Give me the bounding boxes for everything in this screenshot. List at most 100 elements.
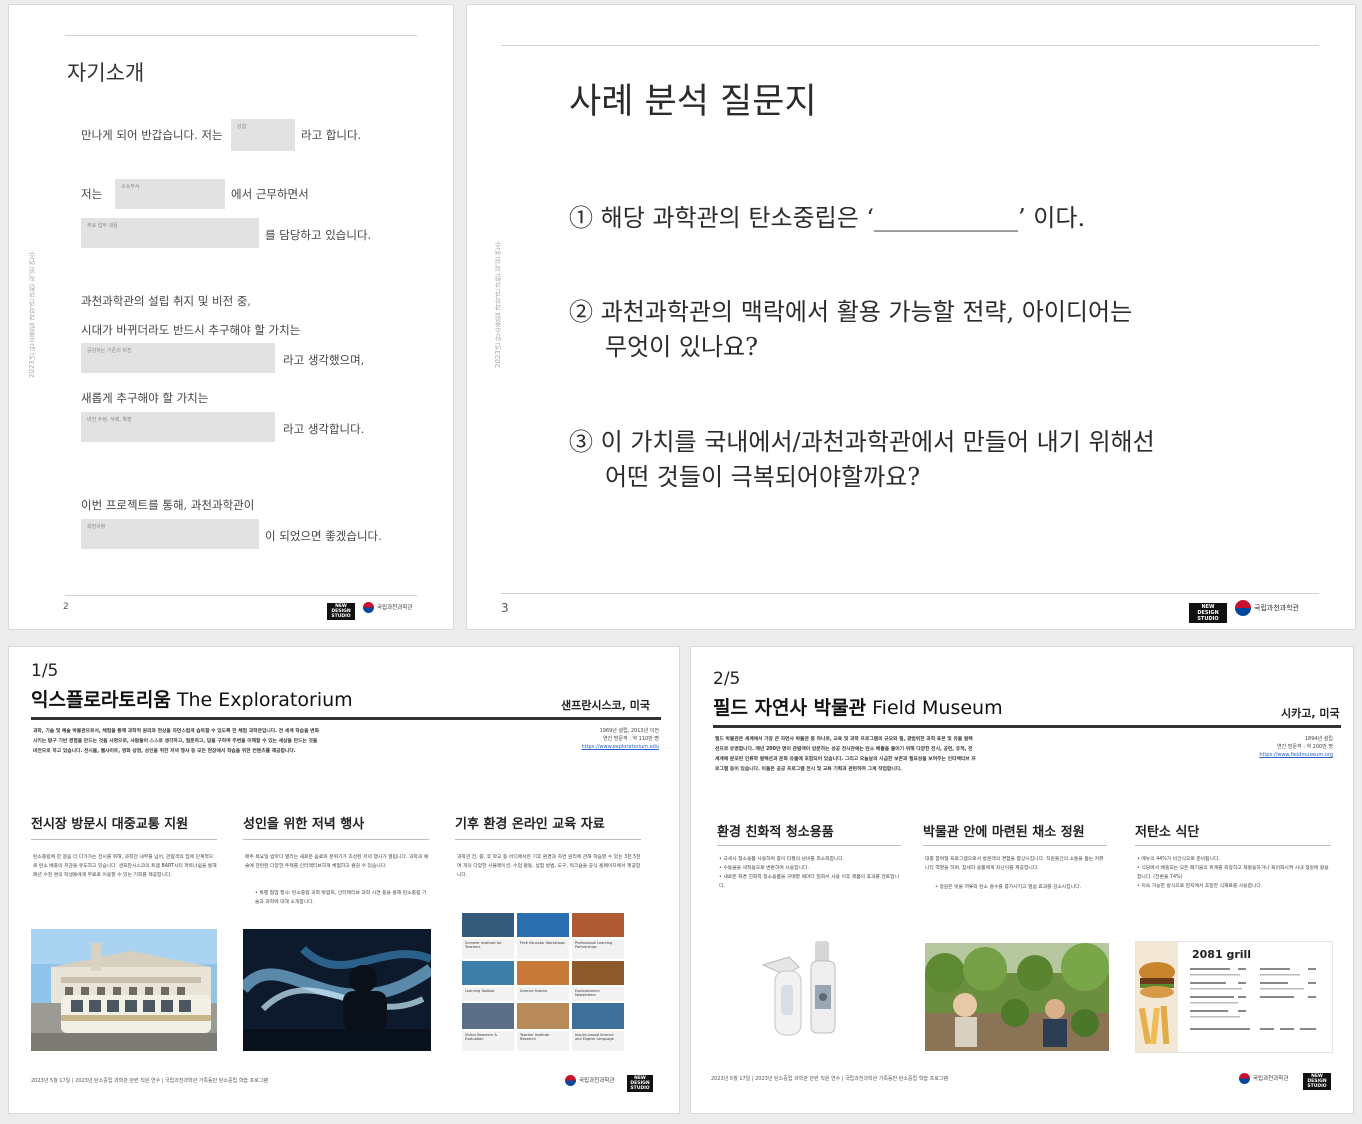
col1-heading: 환경 친화적 청소용품	[717, 825, 834, 840]
col2-bullet: • 정원은 빗물 저류와 탄소 흡수를 증가시키고 열섬 효과를 감소시킵니다.	[935, 885, 1082, 890]
slide-field-museum: 2/5 필드 자연사 박물관 Field Museum 시카고, 미국 필드 박…	[690, 646, 1354, 1114]
intro-line-1-end: 라고 합니다.	[301, 128, 362, 142]
intro-line-5: 시대가 바뀌더라도 반드시 추구해야 할 가치는	[81, 323, 301, 337]
emblem-icon	[1239, 1073, 1250, 1084]
col2-heading: 성인을 위한 저녁 행사	[243, 817, 365, 832]
studio-logo: NEW DESIGN STUDIO	[627, 1075, 653, 1092]
resources-grid-illustration	[461, 912, 625, 1052]
intro-line-2-end: 에서 근무하면서	[231, 187, 309, 201]
col2-text: 대중 참여형 프로그램으로서 방문객의 경험을 향상시킵니다. 직원들간의 소통…	[925, 857, 1104, 871]
website-link[interactable]: https://www.exploratorium.edu	[509, 743, 659, 751]
col3-rule	[1135, 845, 1331, 846]
intro-line-2: 저는	[81, 187, 103, 201]
slide-title: 익스플로라토리움 The Exploratorium	[31, 689, 353, 711]
burger-illustration	[1136, 942, 1178, 1052]
cleaning-products-photo	[741, 931, 871, 1055]
col2-bullet: • 특별 협업 행사: 탄소중립 과학 박람회, 인터랙티브 과학 시연 등을 …	[255, 891, 427, 905]
slide-title: 사례 분석 질문지	[569, 82, 817, 122]
museum-meta: 1969년 설립, 2013년 이전 연간 방문객 : 약 110만 명 htt…	[509, 727, 659, 751]
resources-grid: Summer Institute for Teachers PreK Educa…	[461, 912, 625, 1052]
pier-tram-illustration	[31, 929, 217, 1051]
museum-meta: 1894년 설립 연간 방문객 : 약 200만 명 https://www.f…	[1183, 735, 1333, 759]
intro-line-4: 과천과학관의 설립 취지 및 비전 중,	[81, 294, 252, 308]
slide-counter: 1/5	[31, 661, 59, 681]
menu-lines-illustration	[1190, 968, 1316, 1030]
question-3-number: ③	[569, 428, 593, 456]
question-2: ② 과천과학관의 맥락에서 활용 가능할 전략, 아이디어는 무엇이 있나요?	[569, 298, 1133, 361]
col1-rule	[31, 839, 217, 840]
side-label: 2023년 탄소중립 과학관 관련 직원 연수	[28, 251, 36, 378]
hope-field[interactable]: 희망사항	[81, 519, 259, 549]
question-2-number: ②	[569, 298, 593, 326]
col1-bullets: • 극세사 청소용품 사용하여 종이 타월의 낭비를 최소화합니다. • 수동물…	[719, 857, 900, 889]
museum-description: 필드 박물관은 세계에서 가장 큰 자연사 박물관 중 하나로, 교육 및 과학…	[715, 737, 976, 772]
existing-vision-field[interactable]: 공감하는 기존의 비전	[81, 343, 275, 373]
answer-blank[interactable]: ____________	[874, 204, 1018, 232]
slide-title: 자기소개	[67, 61, 145, 85]
title-rule	[31, 717, 661, 720]
museum-logo: 국립과천과학관	[565, 1075, 614, 1086]
slide-counter: 2/5	[713, 669, 741, 689]
intro-line-3-end: 를 담당하고 있습니다.	[265, 228, 372, 242]
emblem-icon	[1235, 600, 1251, 616]
col2-rule	[243, 839, 429, 840]
intro-line-6-end: 라고 생각했으며,	[283, 353, 365, 367]
slide-footer: 2023년 5월 17일 | 2023년 탄소중립 과학관 관련 직원 연수 |…	[31, 1078, 269, 1084]
col3-rule	[455, 839, 641, 840]
new-value-field[interactable]: 비전 수정, 삭제, 확장	[81, 412, 275, 442]
side-label: 2023년 탄소중립 과학관 관련 직원 연수	[494, 241, 502, 368]
top-rule	[65, 35, 417, 36]
museum-logo: 국립과천과학관	[363, 602, 412, 613]
pier-tram-photo	[31, 929, 217, 1051]
vegetable-garden-illustration	[925, 943, 1109, 1051]
evening-event-illustration	[243, 929, 431, 1051]
intro-line-8-end: 라고 생각합니다.	[283, 422, 365, 436]
grill-menu-photo: 2081 grill	[1135, 941, 1333, 1053]
emblem-icon	[565, 1075, 576, 1086]
slide-self-introduction: 자기소개 2023년 탄소중립 과학관 관련 직원 연수 만나게 되어 반갑습니…	[8, 4, 454, 630]
bottom-rule	[501, 593, 1319, 594]
studio-logo: NEW DESIGN STUDIO	[1303, 1073, 1331, 1090]
col3-bullets: • 메뉴의 44%가 비건식으로 준비됩니다. • 식당에서 배출되는 모든 폐…	[1137, 857, 1329, 889]
question-3: ③ 이 가치를 국내에서/과천과학관에서 만들어 내기 위해선 어떤 것들이 극…	[569, 428, 1155, 491]
emblem-icon	[363, 602, 374, 613]
evening-event-photo	[243, 929, 431, 1051]
duty-field[interactable]: 주요 업무 내용	[81, 218, 259, 248]
question-1-number: ①	[569, 204, 593, 232]
studio-logo: NEW DESIGN STUDIO	[1189, 603, 1227, 623]
intro-line-1: 만나게 되어 반갑습니다. 저는	[81, 128, 223, 142]
title-rule	[713, 725, 1341, 728]
name-field[interactable]: 성함	[231, 119, 295, 151]
slide-footer: 2023년 5월 17일 | 2023년 탄소중립 과학관 관련 직원 연수 |…	[711, 1076, 949, 1082]
col2-rule	[923, 845, 1107, 846]
slide-exploratorium: 1/5 익스플로라토리움 The Exploratorium 샌프란시스코, 미…	[8, 646, 680, 1114]
website-link[interactable]: https://www.fieldmuseum.org	[1183, 751, 1333, 759]
cleaning-products-illustration	[741, 931, 871, 1055]
intro-line-10-end: 이 되었으면 좋겠습니다.	[265, 529, 382, 543]
studio-logo: NEW DESIGN STUDIO	[327, 603, 355, 620]
bottom-rule	[65, 595, 417, 596]
col2-text: 매주 목요일 밤마다 열리는 새로운 음료와 분위기가 조성된 저녁 행사가 열…	[245, 855, 429, 869]
col2-heading: 박물관 안에 마련된 채소 정원	[923, 825, 1085, 840]
intro-line-9: 이번 프로젝트를 통해, 과천과학관이	[81, 498, 255, 512]
vegetable-garden-photo	[925, 943, 1109, 1051]
menu-title: 2081 grill	[1192, 948, 1252, 961]
page-number: 3	[501, 601, 509, 615]
department-field[interactable]: 소속부서	[115, 179, 225, 209]
top-rule	[501, 45, 1319, 46]
col1-rule	[717, 845, 901, 846]
slide-title: 필드 자연사 박물관 Field Museum	[713, 697, 1003, 719]
col1-heading: 전시장 방문시 대중교통 지원	[31, 817, 189, 832]
col3-text: 과학관 전, 중, 후 학교 등 어디에서든 기후 환경과 자연 원리에 관해 …	[457, 855, 641, 878]
col3-heading: 저탄소 식단	[1135, 825, 1200, 840]
question-1: ① 해당 과학관의 탄소중립은 ‘____________’ 이다.	[569, 204, 1086, 232]
museum-logo: 국립과천과학관	[1239, 1073, 1288, 1084]
slide-case-analysis: 사례 분석 질문지 2023년 탄소중립 과학관 관련 직원 연수 ① 해당 과…	[466, 4, 1356, 630]
col1-text: 탄소중립에 한 걸음 더 다가가는 전시를 위해, 과학관 내부를 넘어, 관람…	[33, 855, 217, 878]
page-number: 2	[63, 602, 69, 612]
museum-description: 과학, 기술 및 예술 박물관으로서, 체험을 통해 과학적 원리와 현상을 자…	[33, 729, 320, 754]
intro-line-7: 새롭게 추구해야 할 가치는	[81, 391, 209, 405]
location: 샌프란시스코, 미국	[561, 699, 650, 712]
museum-logo: 국립과천과학관	[1235, 600, 1299, 616]
location: 시카고, 미국	[1281, 707, 1340, 720]
